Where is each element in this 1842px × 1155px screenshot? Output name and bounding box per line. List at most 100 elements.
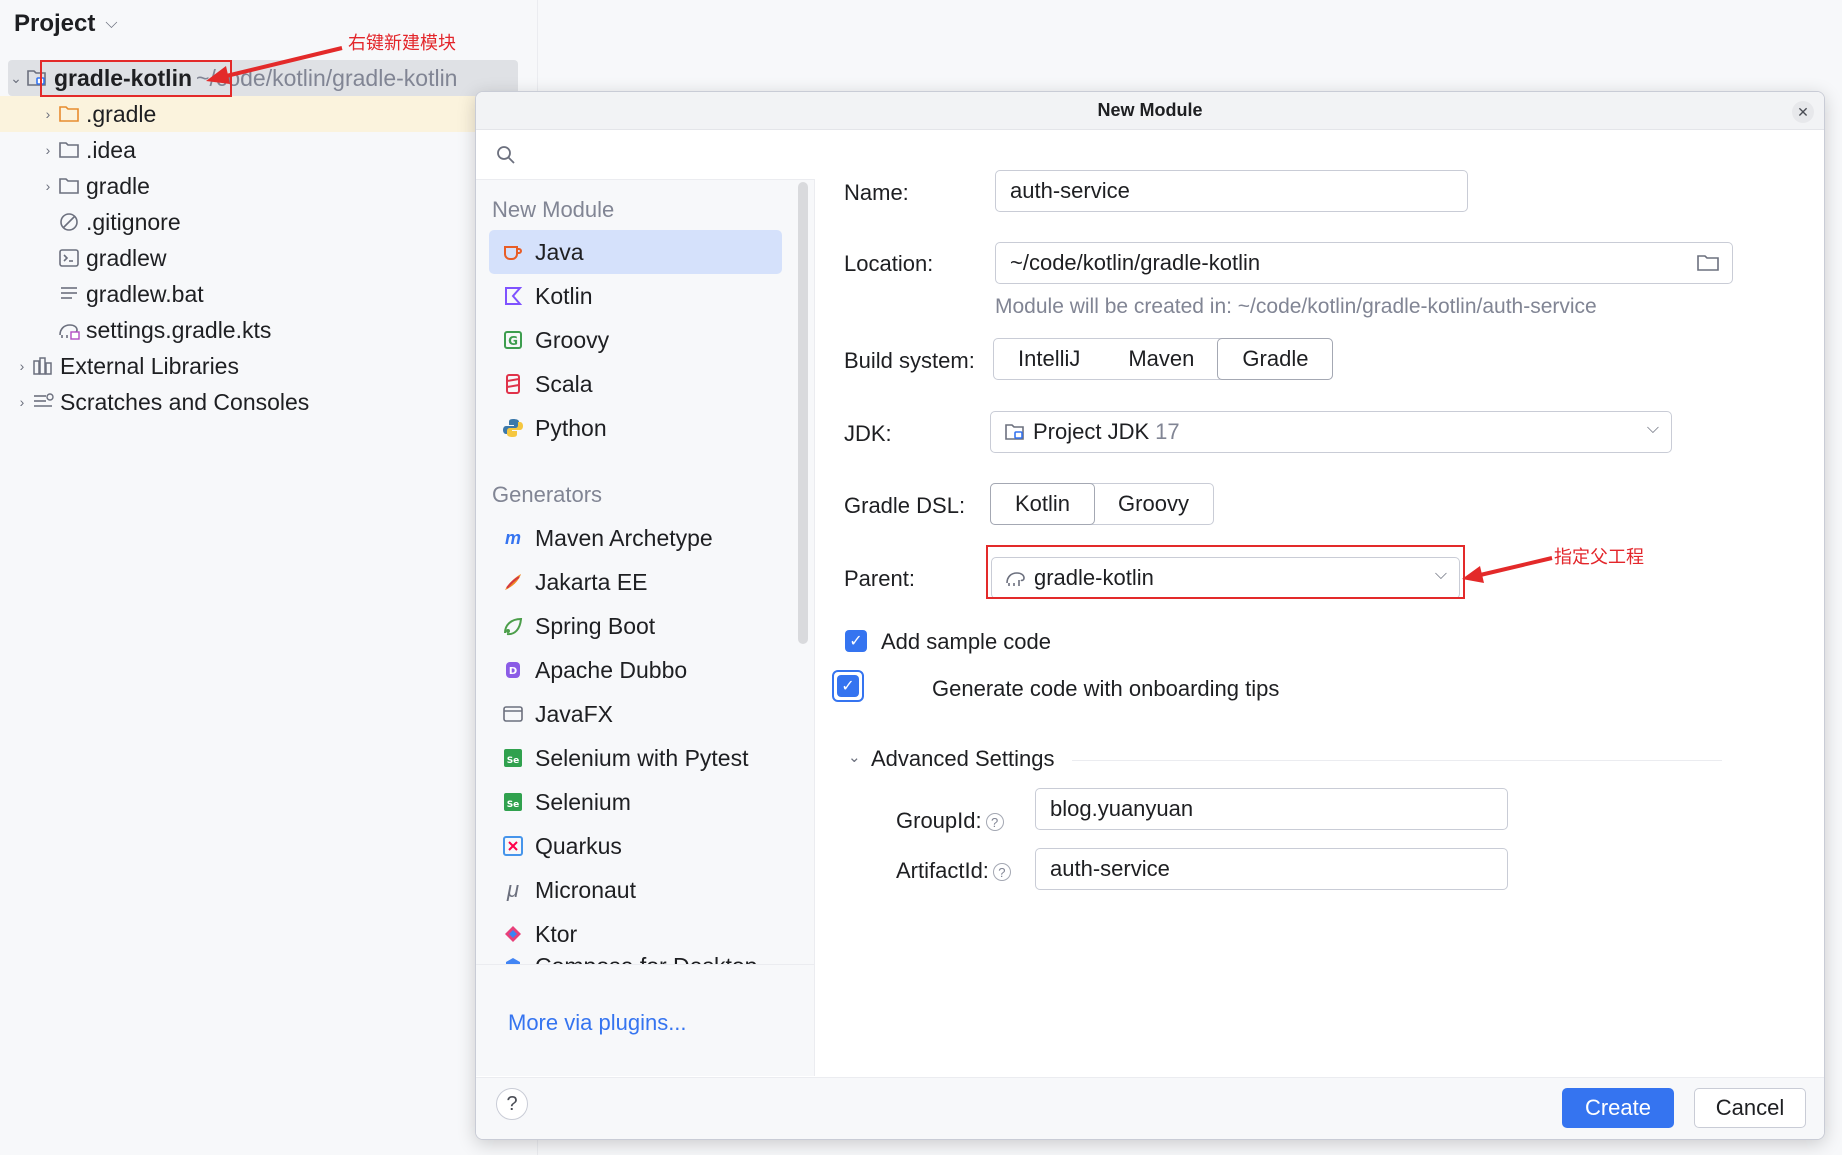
expand-arrow-icon[interactable]: › bbox=[40, 106, 56, 122]
search-field[interactable] bbox=[476, 130, 815, 180]
ktor-icon bbox=[501, 922, 525, 946]
svg-text:G: G bbox=[508, 334, 518, 348]
dubbo-icon: D bbox=[501, 658, 525, 682]
terminal-file-icon bbox=[56, 246, 82, 270]
tree-item-label: External Libraries bbox=[60, 352, 239, 379]
tree-item-label: Scratches and Consoles bbox=[60, 388, 310, 415]
list-item-kotlin[interactable]: Kotlin bbox=[489, 274, 782, 318]
build-system-selector: IntelliJ Maven Gradle bbox=[993, 338, 1334, 380]
list-item-selenium-pytest[interactable]: Se Selenium with Pytest bbox=[489, 736, 782, 780]
list-item-ktor[interactable]: Ktor bbox=[489, 912, 782, 956]
close-button[interactable]: ✕ bbox=[1792, 101, 1814, 123]
expand-arrow-icon[interactable]: › bbox=[40, 142, 56, 158]
list-item-label: Python bbox=[535, 414, 607, 441]
artifact-id-label: ArtifactId:? bbox=[896, 858, 1011, 884]
list-item-micronaut[interactable]: μ Micronaut bbox=[489, 868, 782, 912]
python-icon bbox=[501, 416, 525, 440]
expand-arrow-icon[interactable]: › bbox=[14, 394, 30, 410]
build-system-maven[interactable]: Maven bbox=[1104, 339, 1218, 379]
expand-arrow-icon[interactable]: › bbox=[40, 178, 56, 194]
onboarding-tips-checkbox[interactable]: ✓ bbox=[837, 675, 859, 697]
cancel-button[interactable]: Cancel bbox=[1694, 1088, 1806, 1128]
gradle-dsl-groovy[interactable]: Groovy bbox=[1094, 484, 1213, 524]
advanced-settings-toggle[interactable]: Advanced Settings bbox=[871, 746, 1054, 772]
list-scrollbar[interactable] bbox=[798, 182, 808, 644]
list-item-label: Ktor bbox=[535, 920, 578, 947]
library-icon bbox=[30, 354, 56, 378]
list-item-javafx[interactable]: JavaFX bbox=[489, 692, 782, 736]
more-plugins-link[interactable]: More via plugins... bbox=[508, 1010, 687, 1036]
tree-item-scratches[interactable]: › Scratches and Consoles bbox=[0, 384, 310, 420]
list-item-label: Java bbox=[535, 238, 584, 265]
annotation-label: 右键新建模块 bbox=[348, 33, 456, 53]
group-id-input[interactable] bbox=[1035, 788, 1508, 830]
build-system-gradle[interactable]: Gradle bbox=[1217, 338, 1334, 380]
browse-folder-icon[interactable] bbox=[1696, 253, 1720, 278]
search-icon bbox=[497, 145, 515, 164]
annotation-arrow-icon bbox=[1462, 556, 1553, 583]
list-item-label: Selenium with Pytest bbox=[535, 744, 749, 771]
build-system-intellij[interactable]: IntelliJ bbox=[994, 339, 1104, 379]
list-item-scala[interactable]: Scala bbox=[489, 362, 782, 406]
scala-icon bbox=[501, 372, 525, 396]
help-button[interactable]: ? bbox=[496, 1088, 528, 1120]
list-item-apache-dubbo[interactable]: D Apache Dubbo bbox=[489, 648, 782, 692]
project-tool-window: Project ⌵ ⌄ gradle-kotlin ~/code/kotlin/… bbox=[0, 0, 538, 1155]
folder-icon bbox=[56, 174, 82, 198]
name-input[interactable] bbox=[995, 170, 1468, 212]
list-item-quarkus[interactable]: Quarkus bbox=[489, 824, 782, 868]
onboarding-tips-label: Generate code with onboarding tips bbox=[932, 676, 1280, 701]
ignore-file-icon bbox=[56, 210, 82, 234]
create-button[interactable]: Create bbox=[1562, 1088, 1674, 1128]
list-item-spring-boot[interactable]: Spring Boot bbox=[489, 604, 782, 648]
quarkus-icon bbox=[501, 834, 525, 858]
tree-item-label: .idea bbox=[86, 136, 136, 163]
list-item-python[interactable]: Python bbox=[489, 406, 782, 450]
tree-item-gradlew[interactable]: gradlew bbox=[0, 240, 167, 276]
help-icon[interactable]: ? bbox=[992, 863, 1011, 882]
location-label: Location: bbox=[844, 251, 934, 276]
tree-item-gitignore[interactable]: .gitignore bbox=[0, 204, 181, 240]
project-view-selector[interactable]: Project ⌵ bbox=[14, 8, 118, 40]
expand-arrow-icon[interactable]: ⌄ bbox=[8, 70, 24, 87]
list-item-java[interactable]: Java bbox=[489, 230, 782, 274]
list-clip: Compose for Desktop bbox=[476, 956, 798, 964]
artifact-id-input[interactable] bbox=[1035, 848, 1508, 890]
list-item-selenium[interactable]: Se Selenium bbox=[489, 780, 782, 824]
annotation-arrow-icon bbox=[206, 46, 343, 84]
selenium-icon: Se bbox=[501, 746, 525, 770]
jdk-dropdown[interactable]: Project JDK 17 ⌵ bbox=[990, 411, 1672, 453]
artifact-id-label-text: ArtifactId: bbox=[896, 858, 989, 883]
expand-arrow-icon[interactable]: › bbox=[14, 358, 30, 374]
dialog-titlebar[interactable]: New Module ✕ bbox=[476, 92, 1824, 130]
list-item-label: Scala bbox=[535, 370, 593, 397]
help-icon[interactable]: ? bbox=[985, 813, 1004, 832]
spring-boot-icon bbox=[501, 614, 525, 638]
list-item-label: Apache Dubbo bbox=[535, 656, 688, 683]
list-item-compose-desktop[interactable]: Compose for Desktop bbox=[489, 956, 782, 964]
list-item-maven-archetype[interactable]: m Maven Archetype bbox=[489, 516, 782, 560]
tree-item-gradlew-bat[interactable]: gradlew.bat bbox=[0, 276, 204, 312]
jdk-folder-icon bbox=[1003, 420, 1027, 444]
build-system-label: Build system: bbox=[844, 348, 975, 373]
tree-item-label: .gradle bbox=[86, 100, 157, 127]
gradle-dsl-kotlin[interactable]: Kotlin bbox=[990, 483, 1096, 525]
search-input[interactable] bbox=[524, 143, 784, 166]
tree-item-settings-gradle-kts[interactable]: settings.gradle.kts bbox=[0, 312, 271, 348]
parent-label: Parent: bbox=[844, 566, 915, 591]
jdk-version: 17 bbox=[1155, 419, 1180, 444]
java-icon bbox=[501, 240, 525, 264]
tree-item-dot-gradle[interactable]: › .gradle bbox=[0, 96, 538, 132]
add-sample-code-checkbox[interactable]: ✓ bbox=[845, 630, 867, 652]
list-item-label: JavaFX bbox=[535, 700, 613, 727]
tree-item-idea[interactable]: › .idea bbox=[0, 132, 136, 168]
list-item-groovy[interactable]: G Groovy bbox=[489, 318, 782, 362]
divider bbox=[476, 964, 815, 965]
collapse-chevron-icon[interactable]: ⌄ bbox=[848, 748, 861, 766]
list-item-jakarta-ee[interactable]: Jakarta EE bbox=[489, 560, 782, 604]
tree-item-external-libraries[interactable]: › External Libraries bbox=[0, 348, 239, 384]
tree-item-gradle[interactable]: › gradle bbox=[0, 168, 150, 204]
javafx-window-icon bbox=[501, 702, 525, 726]
group-id-label: GroupId:? bbox=[896, 808, 1004, 834]
location-input[interactable] bbox=[995, 242, 1733, 284]
